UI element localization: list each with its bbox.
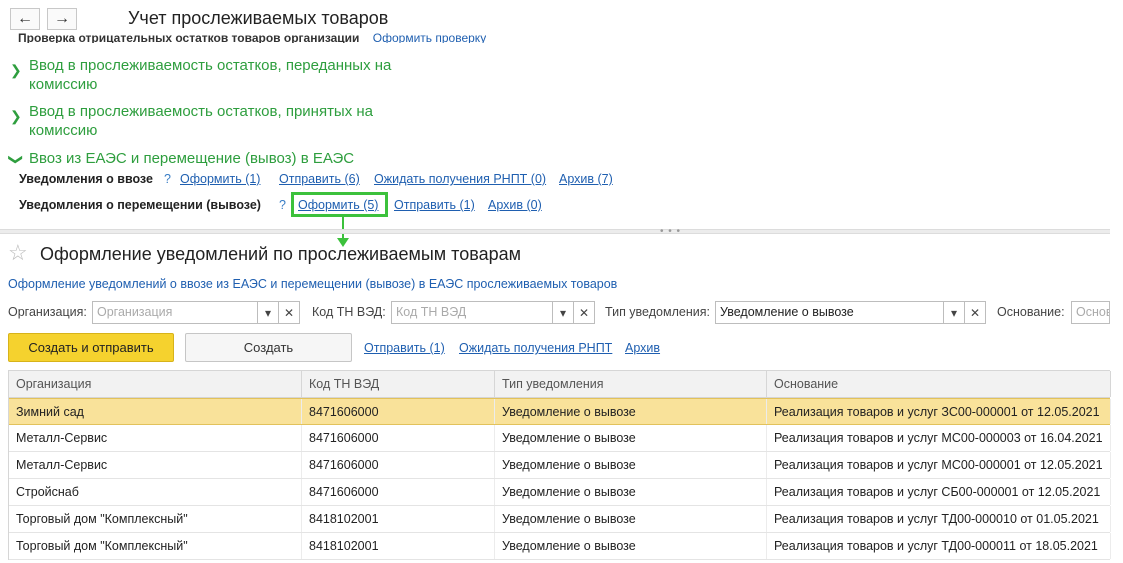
chevron-down-icon: ❯: [8, 153, 25, 166]
cell-type: Уведомление о вывозе: [495, 399, 767, 424]
notify-import-label: Уведомления о ввозе: [19, 172, 153, 186]
await-link[interactable]: Ожидать получения РНПТ: [459, 341, 612, 355]
dropdown-arrow-icon[interactable]: ▾: [943, 301, 965, 324]
type-filter-label: Тип уведомления:: [605, 305, 710, 319]
chevron-right-icon: ❯: [10, 108, 22, 124]
cell-code: 8418102001: [302, 533, 495, 559]
cell-code: 8471606000: [302, 399, 495, 424]
chevron-right-icon: ❯: [10, 62, 22, 78]
cell-organization: Стройснаб: [9, 479, 302, 505]
cell-basis: Реализация товаров и услуг СБ00-000001 о…: [767, 479, 1111, 505]
help-icon[interactable]: ?: [164, 172, 171, 186]
import-await-link[interactable]: Ожидать получения РНПТ (0): [374, 172, 546, 186]
column-header-type[interactable]: Тип уведомления: [495, 371, 767, 397]
group-title-line1: Ввод в прослеживаемость остатков, принят…: [29, 103, 374, 120]
group-title-line2: комиссию: [29, 122, 98, 139]
clear-icon[interactable]: ✕: [278, 301, 300, 324]
dropdown-arrow-icon[interactable]: ▾: [257, 301, 279, 324]
cell-type: Уведомление о вывозе: [495, 452, 767, 478]
cell-organization: Зимний сад: [9, 399, 302, 424]
cell-code: 8471606000: [302, 425, 495, 451]
cell-type: Уведомление о вывозе: [495, 425, 767, 451]
window-splitter[interactable]: [0, 229, 1110, 234]
table-row[interactable]: Металл-Сервис 8471606000 Уведомление о в…: [9, 425, 1111, 452]
group-title: Ввоз из ЕАЭС и перемещение (вывоз) в ЕАЭ…: [29, 150, 355, 167]
cell-type: Уведомление о вывозе: [495, 506, 767, 532]
forward-button[interactable]: →: [47, 8, 77, 30]
cut-off-link[interactable]: Оформить проверку: [373, 31, 486, 43]
table-row[interactable]: Торговый дом "Комплексный" 8418102001 Ув…: [9, 506, 1111, 533]
basis-filter-input[interactable]: Основание: [1071, 301, 1110, 324]
highlight-arrow-shaft: [342, 217, 344, 239]
archive-link[interactable]: Архив: [625, 341, 660, 355]
group-title-line2: комиссию: [29, 76, 98, 93]
create-button[interactable]: Создать: [185, 333, 352, 362]
splitter-grip-icon: • • •: [660, 226, 682, 237]
form-title: Оформление уведомлений по прослеживаемым…: [40, 244, 521, 264]
cut-off-line: Проверка отрицательных остатков товаров …: [18, 31, 486, 43]
table-row[interactable]: Торговый дом "Комплексный" 8418102001 Ув…: [9, 533, 1111, 560]
cell-code: 8471606000: [302, 479, 495, 505]
code-filter-label: Код ТН ВЭД:: [312, 305, 386, 319]
cell-code: 8418102001: [302, 506, 495, 532]
notify-move-label: Уведомления о перемещении (вывозе): [19, 198, 261, 212]
back-button[interactable]: ←: [10, 8, 40, 30]
arrow-right-icon: →: [54, 10, 70, 27]
type-filter-input[interactable]: Уведомление о вывозе: [715, 301, 944, 324]
cell-basis: Реализация товаров и услуг ТД00-000010 о…: [767, 506, 1111, 532]
help-icon[interactable]: ?: [279, 198, 286, 212]
table-row[interactable]: Стройснаб 8471606000 Уведомление о вывоз…: [9, 479, 1111, 506]
notifications-table: Организация Код ТН ВЭД Тип уведомления О…: [8, 370, 1111, 560]
basis-filter-label: Основание:: [997, 305, 1065, 319]
import-archive-link[interactable]: Архив (7): [559, 172, 613, 186]
cell-type: Уведомление о вывозе: [495, 479, 767, 505]
cell-type: Уведомление о вывозе: [495, 533, 767, 559]
form-description: Оформление уведомлений о ввозе из ЕАЭС и…: [8, 277, 618, 291]
move-send-link[interactable]: Отправить (1): [394, 198, 475, 212]
column-header-basis[interactable]: Основание: [767, 371, 1111, 397]
import-create-link[interactable]: Оформить (1): [180, 172, 260, 186]
cell-basis: Реализация товаров и услуг ЗС00-000001 о…: [767, 399, 1111, 424]
table-row[interactable]: Зимний сад 8471606000 Уведомление о выво…: [9, 398, 1111, 425]
cell-basis: Реализация товаров и услуг МС00-000003 о…: [767, 425, 1111, 451]
notify-move-row: Уведомления о перемещении (вывозе): [19, 198, 261, 212]
arrow-left-icon: ←: [17, 10, 33, 27]
cut-off-label: Проверка отрицательных остатков товаров …: [18, 31, 360, 43]
code-filter-input[interactable]: Код ТН ВЭД: [391, 301, 553, 324]
send-link[interactable]: Отправить (1): [364, 341, 445, 355]
window-title: Учет прослеживаемых товаров: [128, 8, 389, 28]
cell-basis: Реализация товаров и услуг ТД00-000011 о…: [767, 533, 1111, 559]
create-and-send-button[interactable]: Создать и отправить: [8, 333, 174, 362]
import-send-link[interactable]: Отправить (6): [279, 172, 360, 186]
cell-organization: Металл-Сервис: [9, 425, 302, 451]
move-archive-link[interactable]: Архив (0): [488, 198, 542, 212]
cell-code: 8471606000: [302, 452, 495, 478]
cell-organization: Металл-Сервис: [9, 452, 302, 478]
cell-organization: Торговый дом "Комплексный": [9, 506, 302, 532]
clear-icon[interactable]: ✕: [964, 301, 986, 324]
column-header-code[interactable]: Код ТН ВЭД: [302, 371, 495, 397]
org-filter-label: Организация:: [8, 305, 87, 319]
cell-basis: Реализация товаров и услуг МС00-000001 о…: [767, 452, 1111, 478]
highlight-box: [291, 192, 388, 217]
column-header-organization[interactable]: Организация: [9, 371, 302, 397]
cell-organization: Торговый дом "Комплексный": [9, 533, 302, 559]
clear-icon[interactable]: ✕: [573, 301, 595, 324]
table-header: Организация Код ТН ВЭД Тип уведомления О…: [9, 370, 1111, 398]
table-row[interactable]: Металл-Сервис 8471606000 Уведомление о в…: [9, 452, 1111, 479]
notify-import-row: Уведомления о ввозе: [19, 172, 153, 186]
favorite-star-icon[interactable]: ☆: [8, 242, 28, 264]
dropdown-arrow-icon[interactable]: ▾: [552, 301, 574, 324]
org-filter-input[interactable]: Организация: [92, 301, 258, 324]
group-title-line1: Ввод в прослеживаемость остатков, переда…: [29, 57, 392, 74]
